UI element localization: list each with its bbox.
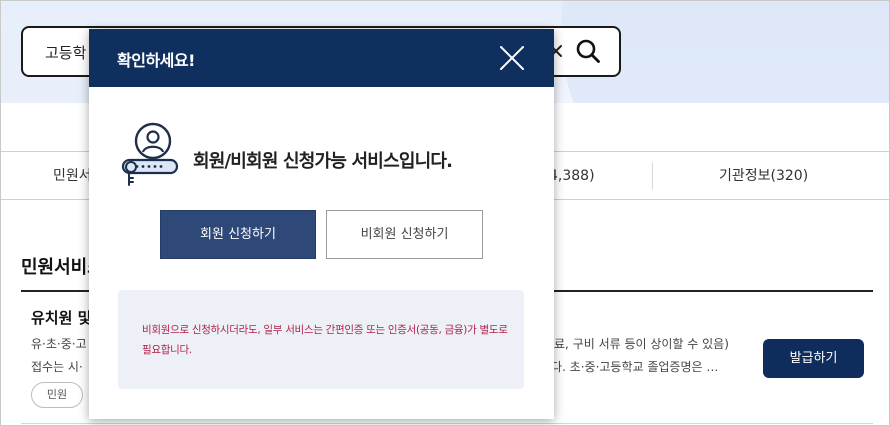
member-login-icon xyxy=(121,122,179,186)
tab-civil-service[interactable]: 민원서 xyxy=(53,152,92,200)
service-item-desc-line2-tail: 다. 초·중·고등학교 졸업증명은 … xyxy=(551,360,719,374)
notice-box: 비회원으로 신청하시더라도, 일부 서비스는 간편인증 또는 인증서(공동, 금… xyxy=(118,290,524,389)
service-item-title[interactable]: 유치원 및 xyxy=(31,307,91,328)
service-item-desc-line1: 유·초·중·고 xyxy=(31,337,87,351)
issue-button[interactable]: 발급하기 xyxy=(763,339,864,378)
tab-agency-info[interactable]: 기관정보(320) xyxy=(719,152,808,200)
close-icon[interactable] xyxy=(499,45,525,71)
notice-text: 비회원으로 신청하시더라도, 일부 서비스는 간편인증 또는 인증서(공동, 금… xyxy=(142,324,508,356)
item-bottom-divider xyxy=(21,423,873,424)
modal-title: 확인하세요! xyxy=(117,51,195,70)
category-tag: 민원 xyxy=(31,382,83,408)
modal-message: 회원/비회원 신청가능 서비스입니다. xyxy=(193,151,453,172)
service-item-desc-line1-tail: 료, 구비 서류 등이 상이할 수 있음) xyxy=(554,337,729,351)
nonmember-apply-button[interactable]: 비회원 신청하기 xyxy=(326,210,483,259)
tab-divider xyxy=(652,162,653,190)
search-icon[interactable] xyxy=(575,38,601,64)
search-query[interactable]: 고등학 xyxy=(45,42,86,63)
tab-third[interactable]: 4,388) xyxy=(549,152,595,200)
page-frame: 고등학 민원서 4,388) 기관정보(320) 민원서비스 유치원 및 유·초… xyxy=(0,0,890,426)
confirm-modal: 확인하세요! 회원/비회원 신청가능 서비스입니다. 회원 신청하기 비회원 신… xyxy=(89,29,554,419)
modal-header: 확인하세요! xyxy=(89,29,554,87)
member-apply-button[interactable]: 회원 신청하기 xyxy=(160,210,316,259)
service-item-desc-line2: 접수는 시· xyxy=(31,360,83,374)
